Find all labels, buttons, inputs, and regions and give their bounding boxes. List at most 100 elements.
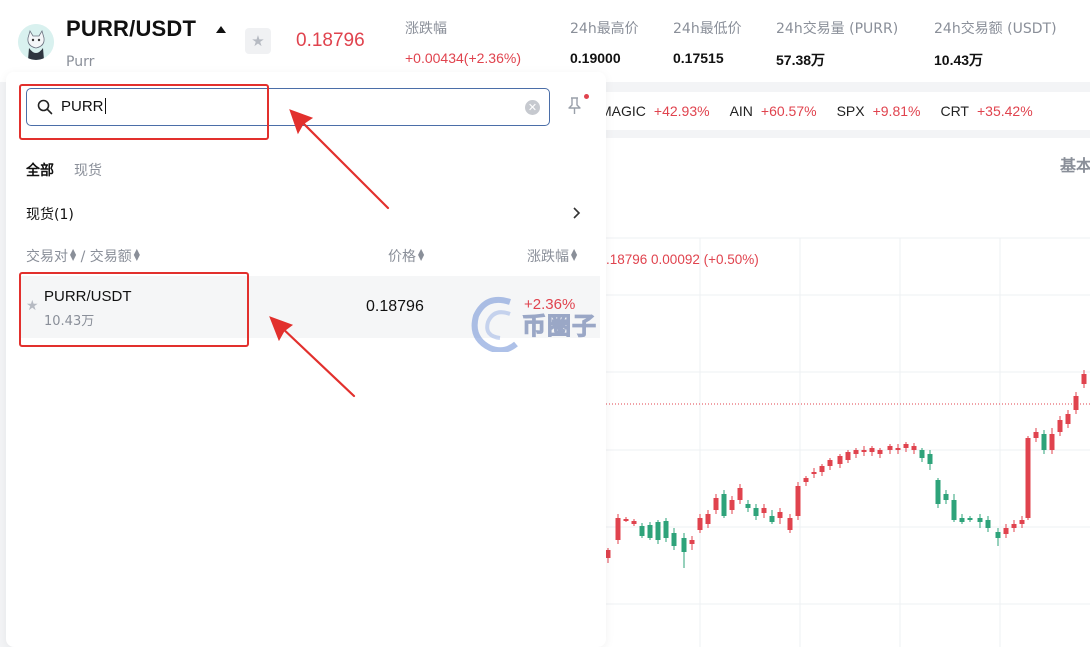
ticker-item[interactable]: CRT +35.42% <box>940 103 1032 119</box>
pair-title[interactable]: PURR/USDT <box>66 16 196 42</box>
candle-body <box>1003 528 1009 534</box>
spot-section-title[interactable]: 现货(1) <box>26 204 74 224</box>
result-price: 0.18796 <box>366 298 424 315</box>
sort-icon: ▲ ▼ <box>70 247 77 262</box>
pair-subname: Purr <box>66 54 95 70</box>
sort-icon: ▲ ▼ <box>418 247 425 262</box>
ticker-item[interactable]: SPX +9.81% <box>837 103 921 119</box>
candle-body <box>663 521 669 538</box>
candles-group <box>605 370 1087 568</box>
candle-body <box>985 520 991 528</box>
candle-body <box>911 446 917 450</box>
chevron-right-icon[interactable] <box>572 206 582 220</box>
highlight-box-search <box>19 84 269 140</box>
candle-body <box>853 450 859 454</box>
ticker-strip: MAGIC +42.93% AIN +60.57% SPX +9.81% CRT +35… <box>600 92 1090 130</box>
candle-body <box>721 494 727 516</box>
candle-body <box>877 450 883 454</box>
candle-body <box>697 518 703 530</box>
candle-body <box>787 518 793 530</box>
sort-icon: ▲ ▼ <box>133 247 140 262</box>
candle-body <box>729 500 735 510</box>
candle-body <box>837 456 843 464</box>
favorite-star-button[interactable]: ★ <box>245 28 271 54</box>
candle-body <box>795 486 801 516</box>
candle-body <box>927 454 933 464</box>
ticker-change: +35.42% <box>977 103 1033 119</box>
tab-spot[interactable]: 现货 <box>74 160 102 180</box>
candle-body <box>1019 520 1025 524</box>
candle-body <box>745 504 751 508</box>
candle-body <box>827 460 833 466</box>
chart-ohlc-info: .18796 0.00092 (+0.50%) <box>606 252 759 267</box>
stat-value: 0.17515 <box>673 50 724 66</box>
clear-search-icon[interactable]: ✕ <box>525 100 540 115</box>
notification-dot <box>584 94 589 99</box>
candle-body <box>895 448 901 450</box>
stat-value: +0.00434(+2.36%) <box>405 50 521 66</box>
candle-body <box>605 550 611 558</box>
candle-body <box>769 516 775 522</box>
candle-body <box>737 488 743 500</box>
candle-body <box>713 498 719 510</box>
column-header-price-label: 价格 <box>388 249 416 265</box>
candle-body <box>995 532 1001 538</box>
candle-body <box>811 472 817 474</box>
candle-body <box>959 518 965 522</box>
candle-body <box>1049 434 1055 450</box>
candle-body <box>681 538 687 552</box>
column-header-pair[interactable]: 交易对 ▲ ▼ / 交易额 ▲ ▼ <box>26 246 140 266</box>
watermark-logo-icon <box>471 296 518 352</box>
candle-body <box>1025 438 1031 518</box>
candle-body <box>935 480 941 504</box>
stat-value: 57.38万 <box>776 52 826 68</box>
candle-body <box>655 522 661 540</box>
ticker-item[interactable]: MAGIC +42.93% <box>600 103 710 119</box>
stat-label: 24h最低价 <box>673 21 742 37</box>
candle-body <box>1033 432 1039 438</box>
candle-body <box>689 540 695 544</box>
ticker-change: +60.57% <box>760 103 817 119</box>
stat-label: 涨跌幅 <box>405 21 447 37</box>
market-header: PURR/USDT Purr ★ 0.18796 涨跌幅 +0.00434(+2… <box>0 0 1090 82</box>
candle-body <box>869 448 875 452</box>
candle-body <box>919 450 925 458</box>
column-header-change[interactable]: 涨跌幅 ▲ ▼ <box>527 246 577 266</box>
stat-volume: 24h交易量 (PURR) 57.38万 <box>776 18 898 70</box>
ticker-symbol: AIN <box>729 103 753 119</box>
pair-search-dropdown <box>6 72 606 647</box>
sort-icon: ▲ ▼ <box>571 247 578 262</box>
stat-label: 24h交易额 (USDT) <box>934 21 1057 37</box>
chart-tab-basic[interactable]: 基本 <box>1060 152 1090 176</box>
candle-body <box>1065 414 1071 424</box>
stat-label: 24h交易量 (PURR) <box>776 21 899 37</box>
caret-up-icon[interactable] <box>216 26 226 33</box>
candle-body <box>887 446 893 450</box>
ticker-symbol: CRT <box>940 103 969 119</box>
column-header-volume-label: 交易额 <box>89 249 132 265</box>
candle-body <box>639 526 645 536</box>
candle-body <box>903 444 909 448</box>
candle-body <box>951 500 957 520</box>
candle-body <box>1011 524 1017 528</box>
stat-value: 10.43万 <box>934 52 984 68</box>
candle-body <box>943 494 949 500</box>
ticker-symbol: MAGIC <box>600 103 646 119</box>
watermark-text: 币圈子 <box>522 312 597 341</box>
pin-icon[interactable] <box>566 96 584 116</box>
stat-high: 24h最高价 0.19000 <box>570 18 639 66</box>
candle-body <box>631 521 637 524</box>
candle-body <box>819 466 825 472</box>
candle-body <box>967 518 973 520</box>
ticker-item[interactable]: AIN +60.57% <box>730 103 817 119</box>
purr-cat-logo-icon <box>18 24 54 60</box>
candle-body <box>615 518 621 540</box>
candle-body <box>1057 420 1063 432</box>
candle-body <box>623 519 629 521</box>
stat-label: 24h最高价 <box>570 21 639 37</box>
ticker-change: +42.93% <box>653 103 710 119</box>
tab-all[interactable]: 全部 <box>26 160 54 180</box>
candle-body <box>977 518 983 522</box>
stat-change: 涨跌幅 +0.00434(+2.36%) <box>405 18 521 66</box>
column-header-price[interactable]: 价格 ▲ ▼ <box>388 246 424 266</box>
